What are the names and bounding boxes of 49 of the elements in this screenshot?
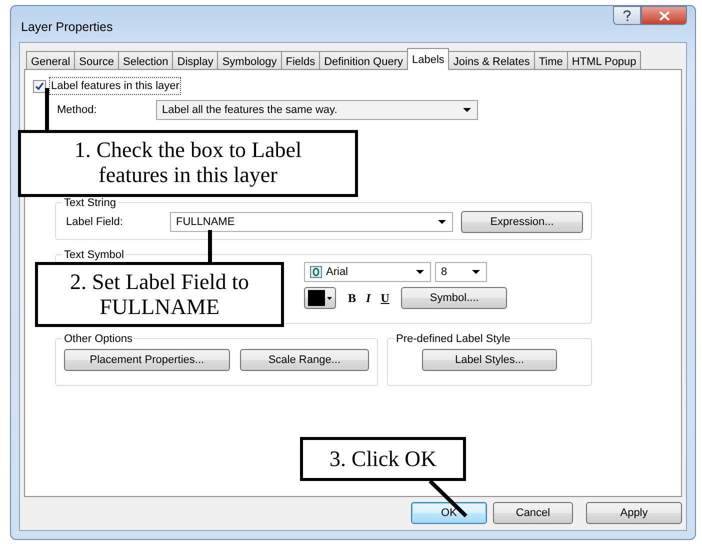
tab[interactable]: Symbology (217, 51, 282, 70)
tab[interactable]: General (26, 51, 76, 70)
tab[interactable]: Labels (406, 48, 450, 70)
group-title: Other Options (62, 331, 134, 348)
tab[interactable]: Time (534, 51, 568, 70)
callout-box: 3. Click OK (300, 437, 466, 481)
label-field-label: Label Field: (65, 214, 124, 230)
tab[interactable]: Joins & Relates (448, 51, 535, 70)
tab[interactable]: Source (74, 51, 119, 70)
dropdown-arrow-icon (438, 220, 446, 224)
dropdown-arrow-icon (472, 270, 480, 274)
group-title: Pre-defined Label Style (394, 331, 512, 348)
help-icon (622, 10, 632, 22)
checkbox-label[interactable]: Label features in this layer (49, 76, 182, 96)
cancel-button[interactable]: Cancel (493, 502, 573, 524)
color-button[interactable] (304, 287, 336, 309)
label-field-dropdown[interactable]: FULLNAME (170, 212, 453, 232)
expression-button[interactable]: Expression... (461, 211, 583, 233)
underline-button[interactable]: U (380, 289, 390, 307)
font-dropdown[interactable]: Arial (304, 262, 431, 282)
leader-line (428, 480, 468, 518)
checkmark-icon (35, 82, 44, 90)
tab[interactable]: Definition Query (319, 51, 408, 70)
dropdown-arrow-icon (416, 270, 424, 274)
tab[interactable]: Display (172, 51, 218, 70)
caret-icon (327, 296, 332, 300)
tab[interactable]: Fields (280, 51, 320, 70)
close-icon (658, 10, 670, 20)
tab[interactable]: HTML Popup (566, 51, 642, 70)
size-dropdown[interactable]: 8 (435, 262, 487, 282)
close-button[interactable] (641, 6, 687, 25)
dropdown-arrow-icon (463, 108, 471, 112)
window-title: Layer Properties (20, 18, 113, 36)
callout-box: 2. Set Label Field to FULLNAME (35, 262, 284, 327)
callout-box: 1. Check the box to Label features in this layer (18, 130, 358, 197)
symbol-button[interactable]: Symbol.... (401, 287, 508, 309)
checkbox[interactable] (33, 80, 46, 92)
scale-range-button[interactable]: Scale Range... (240, 349, 369, 371)
label-styles-button[interactable]: Label Styles... (422, 349, 557, 371)
help-button[interactable] (613, 6, 641, 25)
font-icon (310, 266, 322, 278)
italic-button[interactable]: I (366, 289, 371, 307)
apply-button[interactable]: Apply (586, 502, 682, 524)
ok-button[interactable]: OK (411, 502, 487, 524)
tab[interactable]: Selection (118, 51, 174, 70)
method-dropdown[interactable]: Label all the features the same way. (156, 100, 478, 120)
bold-button[interactable]: B (348, 289, 356, 307)
method-label: Method: (56, 102, 98, 118)
placement-properties-button[interactable]: Placement Properties... (64, 349, 230, 371)
